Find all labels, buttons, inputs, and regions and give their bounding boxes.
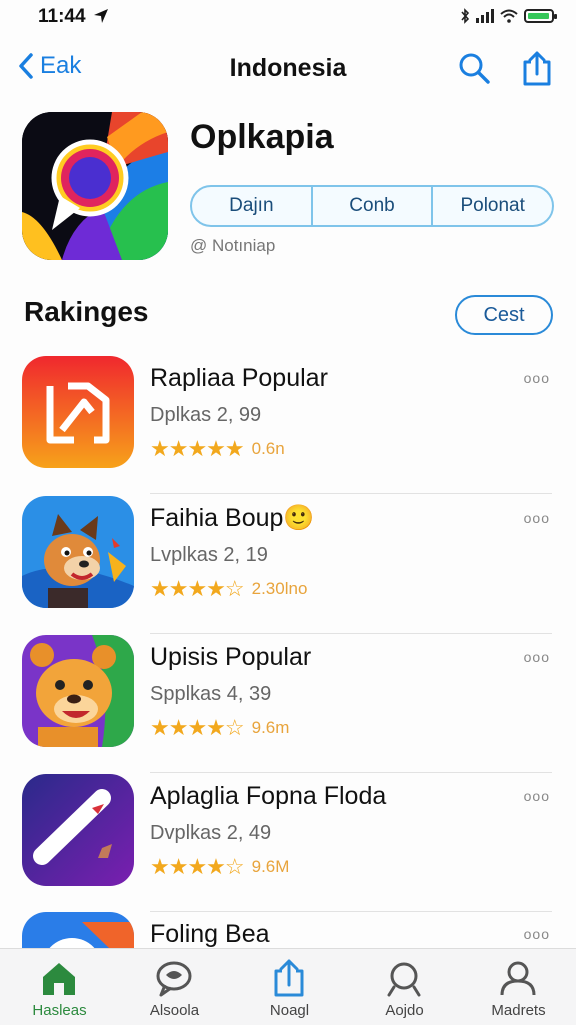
list-item[interactable]: Upisis Popular Spplkas 4, 39 ★★★★☆ 9.6m …: [0, 635, 576, 773]
location-arrow-icon: [93, 9, 108, 23]
app-icon: [22, 774, 134, 886]
list-item[interactable]: Aplaglia Fopna Floda Dvplkas 2, 49 ★★★★☆…: [0, 774, 576, 912]
rating-count: 9.6M: [251, 857, 290, 876]
search-icon: [387, 962, 421, 997]
chat-icon: [156, 961, 192, 997]
tab-bar: Hasleas Alsoola Noagl Aojdo Madrets: [0, 948, 576, 1025]
app-icon: [22, 112, 168, 260]
rating: ★★★★☆ 2.30lno: [150, 576, 307, 602]
tab-profile[interactable]: Madrets: [461, 949, 576, 1025]
tab-share[interactable]: Noagl: [232, 949, 347, 1025]
rating-stars: ★★★★☆: [150, 576, 245, 601]
navigation-bar: Eak Indonesia: [0, 40, 576, 98]
more-icon[interactable]: ooo: [524, 649, 550, 665]
app-meta: Spplkas 4, 39: [150, 683, 272, 705]
rating-count: 2.30lno: [251, 579, 308, 598]
rating: ★★★★☆ 9.6M: [150, 854, 289, 880]
share-icon: [274, 959, 304, 997]
tab-label: Hasleas: [32, 1002, 87, 1019]
tab-label: Aojdo: [385, 1002, 424, 1019]
home-icon: [43, 963, 75, 995]
app-meta: Lvplkas 2, 19: [150, 544, 268, 566]
segment-1[interactable]: Dajın: [192, 187, 313, 225]
app-name: Foling Bea: [150, 920, 270, 948]
app-icon: [22, 635, 134, 747]
tab-label: Madrets: [491, 1002, 546, 1019]
list-item[interactable]: Rapliaa Popular Dplkas 2, 99 ★★★★★ 0.6n …: [0, 356, 576, 494]
app-title: Oplkapia: [190, 118, 334, 156]
segment-2[interactable]: Conb: [313, 187, 434, 225]
rating-stars: ★★★★☆: [150, 854, 245, 879]
share-icon[interactable]: [522, 50, 552, 86]
list-item[interactable]: Foling Bea ooo: [0, 912, 576, 948]
app-meta: Dplkas 2, 99: [150, 404, 262, 426]
tab-discover[interactable]: Alsoola: [117, 949, 232, 1025]
status-bar: 11:44: [0, 0, 576, 34]
app-icon: [22, 496, 134, 608]
tab-home[interactable]: Hasleas: [2, 949, 117, 1025]
more-icon[interactable]: ooo: [524, 926, 550, 942]
tab-search[interactable]: Aojdo: [347, 949, 462, 1025]
app-name: Aplaglia Fopna Floda: [150, 782, 387, 810]
person-icon: [500, 961, 536, 996]
app-name: Upisis Popular: [150, 643, 312, 671]
app-subtitle: @ Notıniap: [190, 236, 276, 255]
app-icon: [22, 912, 134, 948]
rating: ★★★★★ 0.6n: [150, 436, 285, 462]
divider: [150, 493, 552, 494]
segmented-control: Dajın Conb Polonat: [190, 185, 554, 227]
rating-count: 0.6n: [251, 439, 285, 458]
tab-label: Alsoola: [149, 1002, 200, 1019]
app-name: Rapliaa Popular: [150, 364, 328, 392]
rating-count: 9.6m: [251, 718, 290, 737]
more-icon[interactable]: ooo: [524, 788, 550, 804]
more-icon[interactable]: ooo: [524, 510, 550, 526]
divider: [150, 633, 552, 634]
rating: ★★★★☆ 9.6m: [150, 715, 289, 741]
app-meta: Dvplkas 2, 49: [150, 822, 272, 844]
divider: [150, 772, 552, 773]
rating-stars: ★★★★★: [150, 436, 245, 461]
tab-label: Noagl: [269, 1002, 310, 1019]
segment-3[interactable]: Polonat: [433, 187, 552, 225]
section-title: Rakinges: [24, 296, 149, 327]
see-all-button[interactable]: Cest: [455, 295, 553, 335]
rating-stars: ★★★★☆: [150, 715, 245, 740]
more-icon[interactable]: ooo: [524, 370, 550, 386]
app-name: Faihia Boup🙂: [150, 504, 315, 532]
list-item[interactable]: Faihia Boup🙂 Lvplkas 2, 19 ★★★★☆ 2.30lno…: [0, 496, 576, 634]
status-time: 11:44: [38, 6, 109, 28]
wifi-icon: [500, 9, 518, 23]
signal-icon: [476, 9, 494, 23]
search-icon[interactable]: [458, 52, 490, 84]
battery-icon: [524, 9, 557, 23]
app-icon: [22, 356, 134, 468]
bluetooth-icon: [461, 8, 470, 24]
